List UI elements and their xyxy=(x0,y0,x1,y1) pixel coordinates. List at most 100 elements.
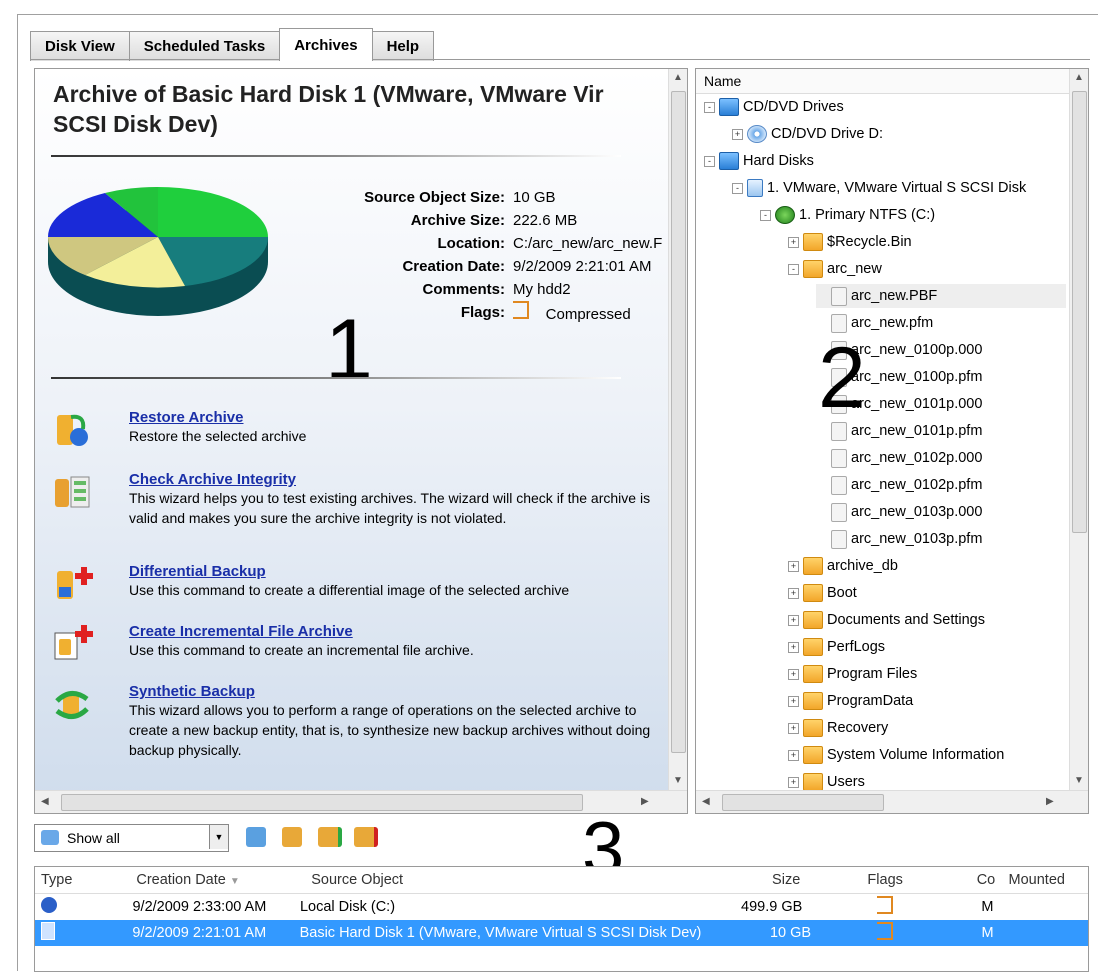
col-creation-date[interactable]: Creation Date ▼ xyxy=(130,872,305,888)
callout-label-1: 1 xyxy=(325,302,373,398)
expand-icon[interactable]: + xyxy=(788,695,799,707)
collapse-icon[interactable]: - xyxy=(760,209,771,221)
restore-archive-link[interactable]: Restore Archive xyxy=(129,409,306,426)
tree-node-label: arc_new_0102p.pfm xyxy=(851,477,983,493)
tree-node-file[interactable]: arc_new_0103p.000 xyxy=(816,500,982,524)
check-integrity-action[interactable]: Check Archive Integrity This wizard helps… xyxy=(51,471,651,528)
tree-node-folder[interactable]: + Recovery xyxy=(788,716,888,740)
prop-row: Creation Date: 9/2/2009 2:21:01 AM xyxy=(402,258,652,275)
tree-node-folder[interactable]: - arc_new xyxy=(788,257,882,281)
tab-archives[interactable]: Archives xyxy=(279,28,373,61)
expand-icon[interactable]: + xyxy=(788,668,799,680)
tree-vertical-scroll-thumb[interactable] xyxy=(1072,91,1087,533)
tree-scroll-down-arrow-icon[interactable]: ▼ xyxy=(1074,775,1084,786)
tree-horizontal-scrollbar[interactable]: ◀ ▶ xyxy=(696,790,1088,813)
scroll-up-arrow-icon[interactable]: ▲ xyxy=(673,72,683,83)
expand-icon[interactable]: + xyxy=(788,722,799,734)
expand-icon[interactable]: + xyxy=(788,587,799,599)
collapse-icon[interactable]: - xyxy=(704,155,715,167)
tree-node-label: archive_db xyxy=(827,558,898,574)
left-vertical-scrollbar[interactable]: ▲ ▼ xyxy=(668,69,687,791)
synthetic-backup-link[interactable]: Synthetic Backup xyxy=(129,683,651,700)
tree-node-folder[interactable]: + Documents and Settings xyxy=(788,608,985,632)
collapse-icon[interactable]: - xyxy=(732,182,743,194)
file-tree-panel[interactable]: Name - CD/DVD Drives + CD/DVD Drive D: - Hard… xyxy=(695,68,1089,814)
divider-bottom xyxy=(51,377,621,379)
col-source-object[interactable]: Source Object xyxy=(305,872,766,888)
incremental-file-archive-link[interactable]: Create Incremental File Archive xyxy=(129,623,474,640)
incremental-file-archive-action[interactable]: Create Incremental File Archive Use this … xyxy=(51,623,651,665)
tree-node-file[interactable]: arc_new_0102p.000 xyxy=(816,446,982,470)
import-archive-icon[interactable] xyxy=(282,827,302,847)
tree-node-label: Recovery xyxy=(827,720,889,736)
tree-node-label: Boot xyxy=(827,585,857,601)
restore-archive-action[interactable]: Restore Archive Restore the selected arch… xyxy=(51,409,651,451)
check-integrity-link[interactable]: Check Archive Integrity xyxy=(129,471,651,488)
expand-icon[interactable]: + xyxy=(788,236,799,248)
tree-node-cd[interactable]: + CD/DVD Drive D: xyxy=(732,122,883,146)
tree-node-folder[interactable]: + ProgramData xyxy=(788,689,913,713)
folder-icon xyxy=(803,638,823,656)
add-archive-icon[interactable] xyxy=(318,827,342,847)
expand-icon[interactable]: + xyxy=(788,749,799,761)
col-flags[interactable]: Flags xyxy=(861,872,970,888)
tab-disk-view[interactable]: Disk View xyxy=(30,31,130,61)
tree-node-file[interactable]: arc_new.PBF xyxy=(816,284,1066,308)
tree-node-disk[interactable]: - 1. VMware, VMware Virtual S SCSI Disk xyxy=(732,176,1026,200)
tab-bar: Disk View Scheduled Tasks Archives Help xyxy=(30,28,435,61)
tree-node-folder[interactable]: + Program Files xyxy=(788,662,917,686)
chevron-down-icon[interactable]: ▼ xyxy=(209,825,228,849)
scroll-left-arrow-icon[interactable]: ◀ xyxy=(41,796,49,807)
tree-node-folder[interactable]: + archive_db xyxy=(788,554,898,578)
tree-scroll-left-arrow-icon[interactable]: ◀ xyxy=(702,796,710,807)
expand-icon[interactable]: + xyxy=(788,560,799,572)
tree-node-drive[interactable]: - CD/DVD Drives xyxy=(704,95,844,119)
col-size[interactable]: Size xyxy=(766,872,861,888)
expand-icon[interactable]: + xyxy=(788,641,799,653)
folder-icon xyxy=(803,233,823,251)
delete-archive-icon[interactable] xyxy=(354,827,378,847)
tree-column-header[interactable]: Name xyxy=(696,69,1088,94)
collapse-icon[interactable]: - xyxy=(704,101,715,113)
col-type[interactable]: Type xyxy=(35,872,130,888)
compressed-flag-icon xyxy=(513,301,529,319)
scroll-right-arrow-icon[interactable]: ▶ xyxy=(641,796,649,807)
archive-details-panel[interactable]: Archive of Basic Hard Disk 1 (VMware, VM… xyxy=(34,68,688,814)
tree-horizontal-scroll-thumb[interactable] xyxy=(722,794,884,811)
tree-node-label: CD/DVD Drives xyxy=(743,99,844,115)
synthetic-backup-icon xyxy=(55,691,89,719)
tree-node-drive[interactable]: - Hard Disks xyxy=(704,149,814,173)
filter-dropdown[interactable]: Show all ▼ xyxy=(34,824,229,852)
synthetic-backup-action[interactable]: Synthetic Backup This wizard allows you t… xyxy=(51,683,651,760)
tab-help[interactable]: Help xyxy=(371,31,435,61)
left-horizontal-scroll-thumb[interactable] xyxy=(61,794,583,811)
col-co[interactable]: Co xyxy=(971,872,1003,888)
collapse-icon[interactable]: - xyxy=(788,263,799,275)
refresh-icon[interactable] xyxy=(246,827,266,847)
tree-scroll-up-arrow-icon[interactable]: ▲ xyxy=(1074,72,1084,83)
tree-node-folder[interactable]: + Boot xyxy=(788,581,857,605)
table-row-selected[interactable]: 9/2/2009 2:21:01 AM Basic Hard Disk 1 (V… xyxy=(35,920,1088,946)
archive-list-table[interactable]: Type Creation Date ▼ Source Object Size … xyxy=(34,866,1089,972)
left-vertical-scroll-thumb[interactable] xyxy=(671,91,686,753)
table-row[interactable]: 9/2/2009 2:33:00 AM Local Disk (C:) 499.… xyxy=(35,894,1088,920)
expand-icon[interactable]: + xyxy=(788,614,799,626)
tree-node-folder[interactable]: + System Volume Information xyxy=(788,743,1004,767)
tree-node-folder[interactable]: + PerfLogs xyxy=(788,635,885,659)
tree-node-partition[interactable]: - 1. Primary NTFS (C:) xyxy=(760,203,935,227)
tree-vertical-scrollbar[interactable]: ▲ ▼ xyxy=(1069,69,1088,791)
tree-node-file[interactable]: arc_new_0102p.pfm xyxy=(816,473,982,497)
expand-icon[interactable]: + xyxy=(788,776,799,788)
scroll-down-arrow-icon[interactable]: ▼ xyxy=(673,775,683,786)
differential-backup-link[interactable]: Differential Backup xyxy=(129,563,569,580)
expand-icon[interactable]: + xyxy=(732,128,743,140)
file-icon xyxy=(831,475,847,495)
tab-scheduled-tasks[interactable]: Scheduled Tasks xyxy=(128,31,281,61)
file-icon xyxy=(831,286,847,306)
tree-scroll-right-arrow-icon[interactable]: ▶ xyxy=(1046,796,1054,807)
tree-node-folder[interactable]: + $Recycle.Bin xyxy=(788,230,912,254)
filter-icon xyxy=(41,830,59,845)
differential-backup-action[interactable]: Differential Backup Use this command to c… xyxy=(51,563,651,605)
tree-node-file[interactable]: arc_new_0103p.pfm xyxy=(816,527,982,551)
col-mounted[interactable]: Mounted xyxy=(1003,872,1088,888)
